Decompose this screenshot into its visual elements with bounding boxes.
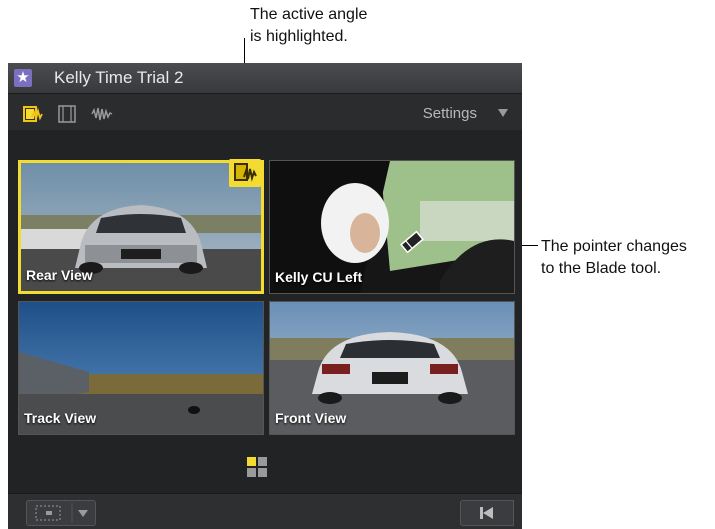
callout-active-angle: The active angle is highlighted. — [250, 4, 450, 48]
callout-active-angle-line-1: The active angle — [250, 6, 368, 23]
angle-label: Track View — [24, 410, 97, 426]
settings-menu[interactable]: Settings — [423, 105, 477, 122]
callout-active-angle-line-2: is highlighted. — [250, 28, 348, 45]
callout-pointer-line-2: to the Blade tool. — [541, 260, 662, 277]
angle-kelly-cu-left[interactable]: Kelly CU Left — [269, 160, 515, 294]
angle-label: Kelly CU Left — [275, 269, 363, 285]
go-to-start-icon — [480, 507, 493, 519]
star-icon: ★ — [14, 69, 32, 87]
overlay-settings-button[interactable] — [26, 500, 96, 526]
overlay-settings-icon — [35, 503, 88, 523]
window-title: Kelly Time Trial 2 — [54, 68, 184, 87]
angle-viewer-panel: ★ Kelly Time Trial 2 Settings Rear View … — [8, 63, 522, 529]
angle-front-view[interactable]: Front View — [269, 301, 515, 435]
angle-track-view[interactable]: Track View — [18, 301, 264, 435]
video-and-audio-icon — [229, 159, 261, 187]
audio-only-icon[interactable] — [91, 105, 113, 123]
angle-rear-view[interactable]: Rear View — [18, 160, 264, 294]
angle-bank-icon[interactable] — [247, 457, 267, 477]
go-to-start-button[interactable] — [460, 500, 514, 526]
callout-pointer: The pointer changes to the Blade tool. — [541, 236, 715, 280]
video-only-icon[interactable] — [57, 105, 79, 123]
callout-pointer-line-1: The pointer changes — [541, 238, 687, 255]
angle-viewer-titlebar: ★ Kelly Time Trial 2 — [8, 63, 522, 94]
video-and-audio-icon[interactable] — [22, 105, 44, 123]
angle-label: Rear View — [26, 267, 93, 283]
angle-label: Front View — [275, 410, 347, 426]
triangle-down-icon[interactable] — [498, 109, 508, 117]
